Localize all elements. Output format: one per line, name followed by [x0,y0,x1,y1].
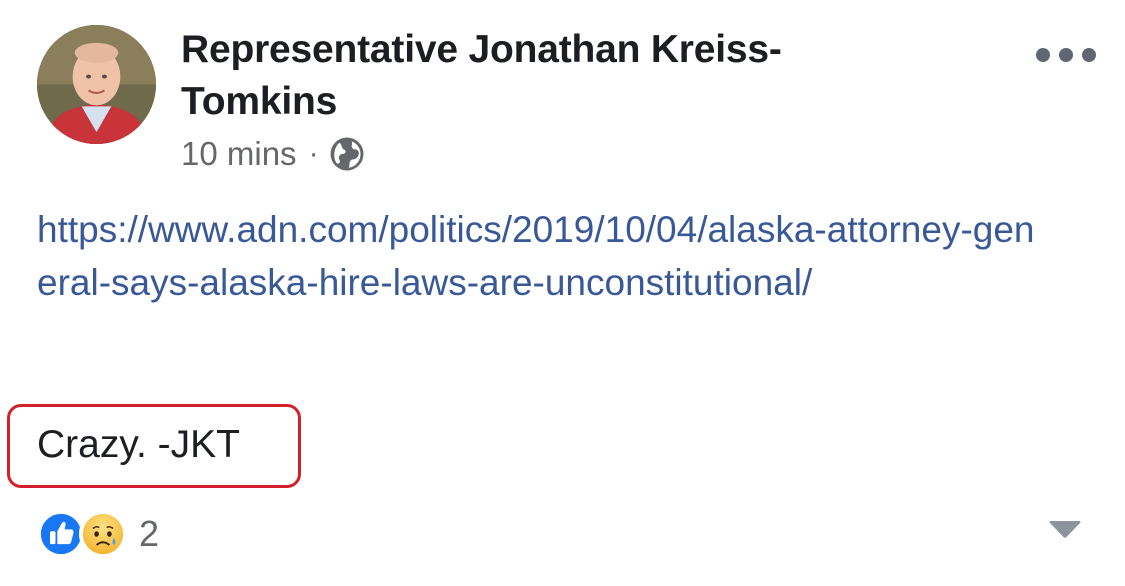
more-options-button[interactable] [1036,40,1096,70]
more-icon-dot [1059,48,1073,62]
reaction-count: 2 [139,513,160,554]
avatar-image [37,25,156,144]
globe-icon [330,137,364,171]
post-text: Crazy. -JKT [37,423,240,466]
more-icon-dot [1036,48,1050,62]
timestamp[interactable]: 10 mins [181,135,297,173]
more-icon-dot [1082,48,1096,62]
meta-separator: · [308,137,319,170]
post-link[interactable]: https://www.adn.com/politics/2019/10/04/… [37,203,1037,309]
reactions-summary[interactable]: 2 [37,509,159,559]
author-name[interactable]: Representative Jonathan Kreiss-Tomkins [181,24,871,128]
avatar[interactable] [37,25,156,144]
caret-down-icon[interactable] [1048,520,1082,540]
like-icon [37,510,85,558]
post-meta: 10 mins · [181,134,365,174]
sad-icon [79,510,127,558]
